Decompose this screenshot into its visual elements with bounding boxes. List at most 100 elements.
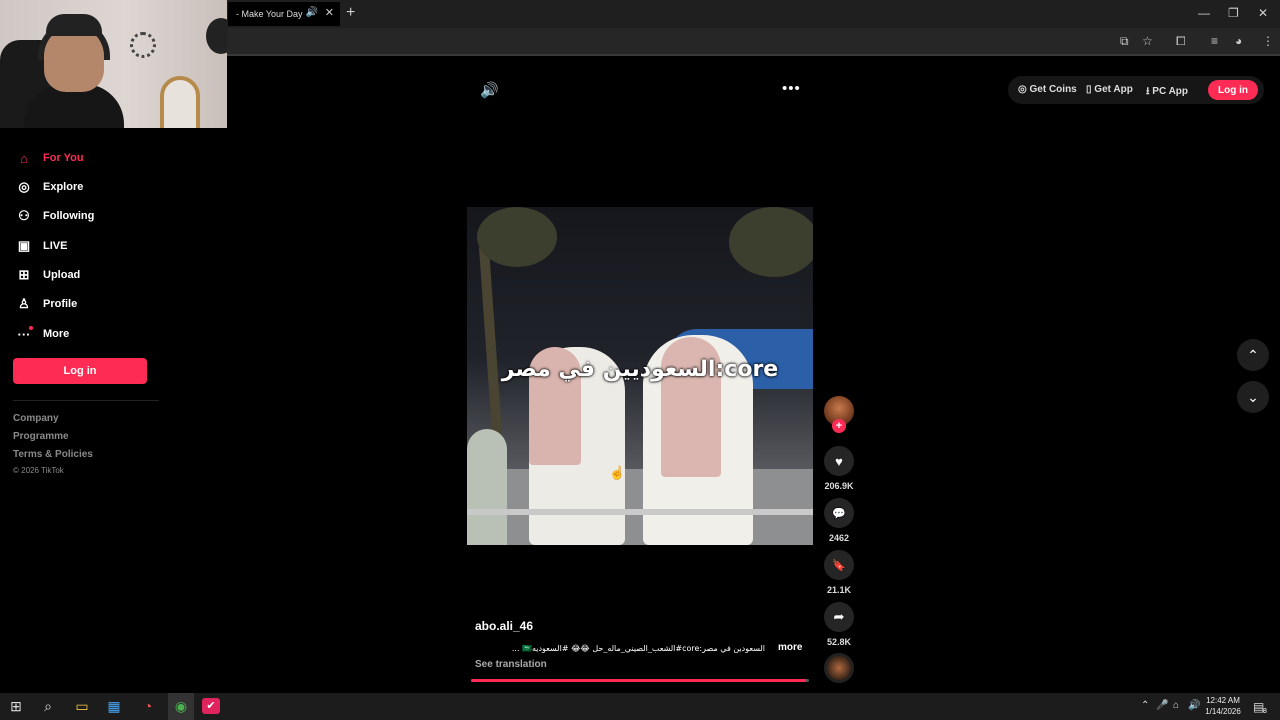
like-count: 206.9K (824, 481, 854, 491)
sidebar-item-label: LIVE (43, 240, 68, 252)
header-login-button[interactable]: Log in (1208, 80, 1258, 100)
save-button[interactable]: 🔖 (824, 550, 854, 580)
sidebar-login-button[interactable]: Log in (13, 358, 147, 384)
share-button[interactable]: ➦ (824, 602, 854, 632)
comment-icon: 💬 (832, 507, 846, 520)
red-app-icon[interactable]: ✔ (202, 698, 220, 714)
more-options-icon[interactable]: ••• (782, 80, 801, 97)
notification-dot (29, 326, 33, 330)
tab-title: - Make Your Day (236, 9, 303, 19)
get-coins-button[interactable]: ◎ Get Coins (1018, 84, 1077, 95)
clock-date: 1/14/2026 (1205, 707, 1241, 716)
sidebar-item-label: Upload (43, 269, 81, 281)
profile-icon[interactable]: ◕ (1235, 34, 1242, 48)
get-app-button[interactable]: ▯ Get App (1086, 84, 1133, 95)
minimize-button[interactable]: — (1198, 6, 1210, 20)
media-icon[interactable]: ≡ (1211, 34, 1218, 48)
footer-link-company[interactable]: Company (13, 413, 59, 424)
tab-audio-icon[interactable]: 🔊 (306, 7, 318, 18)
notification-count: 8 (1263, 708, 1267, 715)
new-tab-button[interactable]: + (346, 4, 355, 22)
comment-count: 2462 (828, 533, 850, 543)
chevron-up-icon: ⌃ (1247, 346, 1259, 363)
app-icon[interactable]: ◔ (138, 698, 158, 714)
file-explorer-icon[interactable]: ▭ (72, 698, 92, 715)
screen: - Make Your Day 🔊 ✕ + — ❐ ✕ ⧉ ☆ ⧠ ≡ ◕ ⋮ … (0, 0, 1280, 720)
store-icon[interactable]: ▦ (104, 698, 124, 715)
pc-app-button[interactable]: ⭳ PC App (1146, 84, 1188, 101)
pc-app-label: PC App (1152, 86, 1189, 97)
menu-icon[interactable]: ⋮ (1262, 34, 1274, 48)
sidebar-item-label: More (43, 328, 70, 340)
sidebar-item-explore[interactable]: ◎ Explore (13, 176, 83, 198)
start-icon[interactable]: ⊞ (6, 698, 26, 715)
footer-link-programme[interactable]: Programme (13, 431, 69, 442)
coin-icon: ◎ (1018, 84, 1027, 95)
music-disc-icon[interactable] (824, 653, 854, 683)
video-description: السعودين في مصر:core#الشعب_الصيني_ماله_ح… (511, 644, 765, 653)
heart-icon: ♥ (835, 453, 843, 469)
following-icon: ⚇ (18, 208, 30, 223)
chrome-icon[interactable]: ◉ (171, 698, 191, 715)
previous-video-button[interactable]: ⌃ (1237, 339, 1269, 371)
mouse-cursor-icon: ☝ (609, 465, 626, 480)
webcam-overlay (0, 0, 227, 128)
share-count: 52.8K (826, 637, 852, 647)
star-icon[interactable]: ☆ (1142, 34, 1153, 48)
palm-tree (477, 207, 557, 267)
share-icon: ➦ (833, 609, 845, 624)
microphone-icon[interactable]: 🎤 (1156, 700, 1168, 711)
sidebar-item-upload[interactable]: ⊞ Upload (13, 264, 81, 286)
window-close-button[interactable]: ✕ (1258, 6, 1268, 20)
chevron-down-icon: ⌄ (1247, 388, 1259, 405)
tray-overflow-icon[interactable]: ⌃ (1141, 700, 1149, 711)
system-clock[interactable]: 12:42 AM 1/14/2026 (1199, 695, 1247, 717)
browser-tab[interactable]: - Make Your Day 🔊 ✕ (228, 2, 340, 26)
save-count: 21.1K (826, 585, 852, 595)
sidebar-item-live[interactable]: ▣ LIVE (13, 235, 68, 257)
get-coins-label: Get Coins (1029, 84, 1077, 95)
video-progress-fill (471, 679, 806, 682)
sidebar-divider (13, 400, 159, 401)
upload-icon: ⊞ (18, 267, 30, 282)
home-icon: ⌂ (20, 150, 28, 166)
cast-icon[interactable]: ⧉ (1120, 34, 1129, 49)
comment-button[interactable]: 💬 (824, 498, 854, 528)
get-app-label: Get App (1094, 84, 1133, 95)
description-more-link[interactable]: more (778, 642, 802, 653)
sidebar-item-label: Explore (43, 181, 84, 193)
download-icon: ⭳ (1146, 86, 1150, 97)
compass-icon: ◎ (18, 179, 30, 194)
sidebar-item-for-you[interactable]: ⌂ For You (13, 147, 84, 169)
footer-link-terms[interactable]: Terms & Policies (13, 449, 93, 460)
palm-tree (729, 207, 813, 277)
network-icon[interactable]: ⌂ (1173, 700, 1179, 711)
follow-plus-icon[interactable]: + (832, 419, 846, 433)
like-button[interactable]: ♥ (824, 446, 854, 476)
tab-close-icon[interactable]: ✕ (325, 6, 334, 19)
sidebar-item-more[interactable]: ··· More (13, 323, 70, 345)
railing (467, 509, 813, 515)
extensions-icon[interactable]: ⧠ (1176, 34, 1186, 49)
profile-icon: ♙ (18, 296, 30, 311)
next-video-button[interactable]: ⌄ (1237, 381, 1269, 413)
sidebar-item-profile[interactable]: ♙ Profile (13, 293, 77, 315)
sidebar-item-label: Following (43, 210, 95, 222)
mirror (160, 76, 200, 128)
sidebar-item-label: For You (43, 152, 84, 164)
see-translation-link[interactable]: See translation (475, 659, 547, 670)
video-player[interactable]: السعوديين في مصر:core (467, 207, 813, 545)
video-progress-bar[interactable] (471, 679, 809, 682)
live-icon: ▣ (17, 238, 31, 253)
video-caption-overlay: السعوديين في مصر:core (501, 357, 779, 382)
phone-icon: ▯ (1086, 84, 1092, 95)
bookmark-icon: 🔖 (832, 559, 846, 572)
sidebar-item-following[interactable]: ⚇ Following (13, 205, 94, 227)
volume-icon[interactable]: 🔊 (480, 81, 499, 99)
search-icon[interactable]: ⌕ (38, 698, 58, 715)
restore-button[interactable]: ❐ (1228, 6, 1239, 20)
clock-time: 12:42 AM (1206, 696, 1240, 705)
video-author[interactable]: abo.ali_46 (475, 619, 533, 633)
copyright-text: © 2026 TikTok (13, 466, 64, 475)
sidebar-item-label: Profile (43, 298, 78, 310)
